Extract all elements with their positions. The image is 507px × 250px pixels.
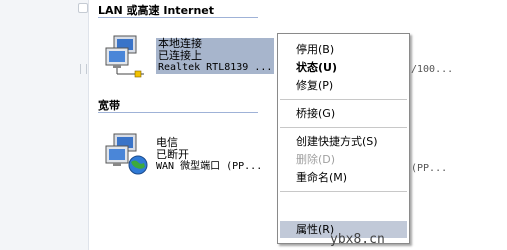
menu-item-create-shortcut[interactable]: 创建快捷方式(S) [280,133,407,150]
connection-status: 已断开 [156,148,189,161]
network-computers-icon[interactable] [104,34,150,78]
task-pane [0,0,89,250]
connection-device-tail: (PP... [411,163,448,174]
menu-separator [280,191,407,192]
connection-dialup[interactable]: 电信 已断开 WAN 微型端口 (PP... [156,137,262,173]
pane-scroll-handle[interactable] [80,64,87,74]
menu-separator [280,127,407,128]
group-divider [98,112,258,113]
menu-item-disable[interactable]: 停用(B) [280,41,407,58]
context-menu: 停用(B) 状态(U) 修复(P) 桥接(G) 创建快捷方式(S) 删除(D) … [277,33,410,244]
menu-item-bridge[interactable]: 桥接(G) [280,105,407,122]
group-divider [98,17,258,18]
connection-device: Realtek RTL8139 ... [158,62,273,73]
connection-lan[interactable]: 本地连接 已连接上 Realtek RTL8139 ... [156,38,274,74]
collapse-toggle[interactable] [78,3,88,13]
menu-item-status[interactable]: 状态(U) [280,59,407,76]
menu-item-delete: 删除(D) [296,153,336,166]
dialup-globe-icon[interactable] [104,132,150,176]
connection-status: 已连接上 [158,49,202,62]
group-header-broadband: 宽带 [98,99,120,112]
connection-device: WAN 微型端口 (PP... [156,161,263,172]
group-header-lan: LAN 或高速 Internet [98,4,215,17]
watermark: ybx8.cn [330,232,385,247]
menu-item-rename[interactable]: 重命名(M) [280,169,407,186]
connection-device-tail: /100... [411,64,454,75]
menu-item-repair[interactable]: 修复(P) [280,77,407,94]
menu-separator [280,99,407,100]
